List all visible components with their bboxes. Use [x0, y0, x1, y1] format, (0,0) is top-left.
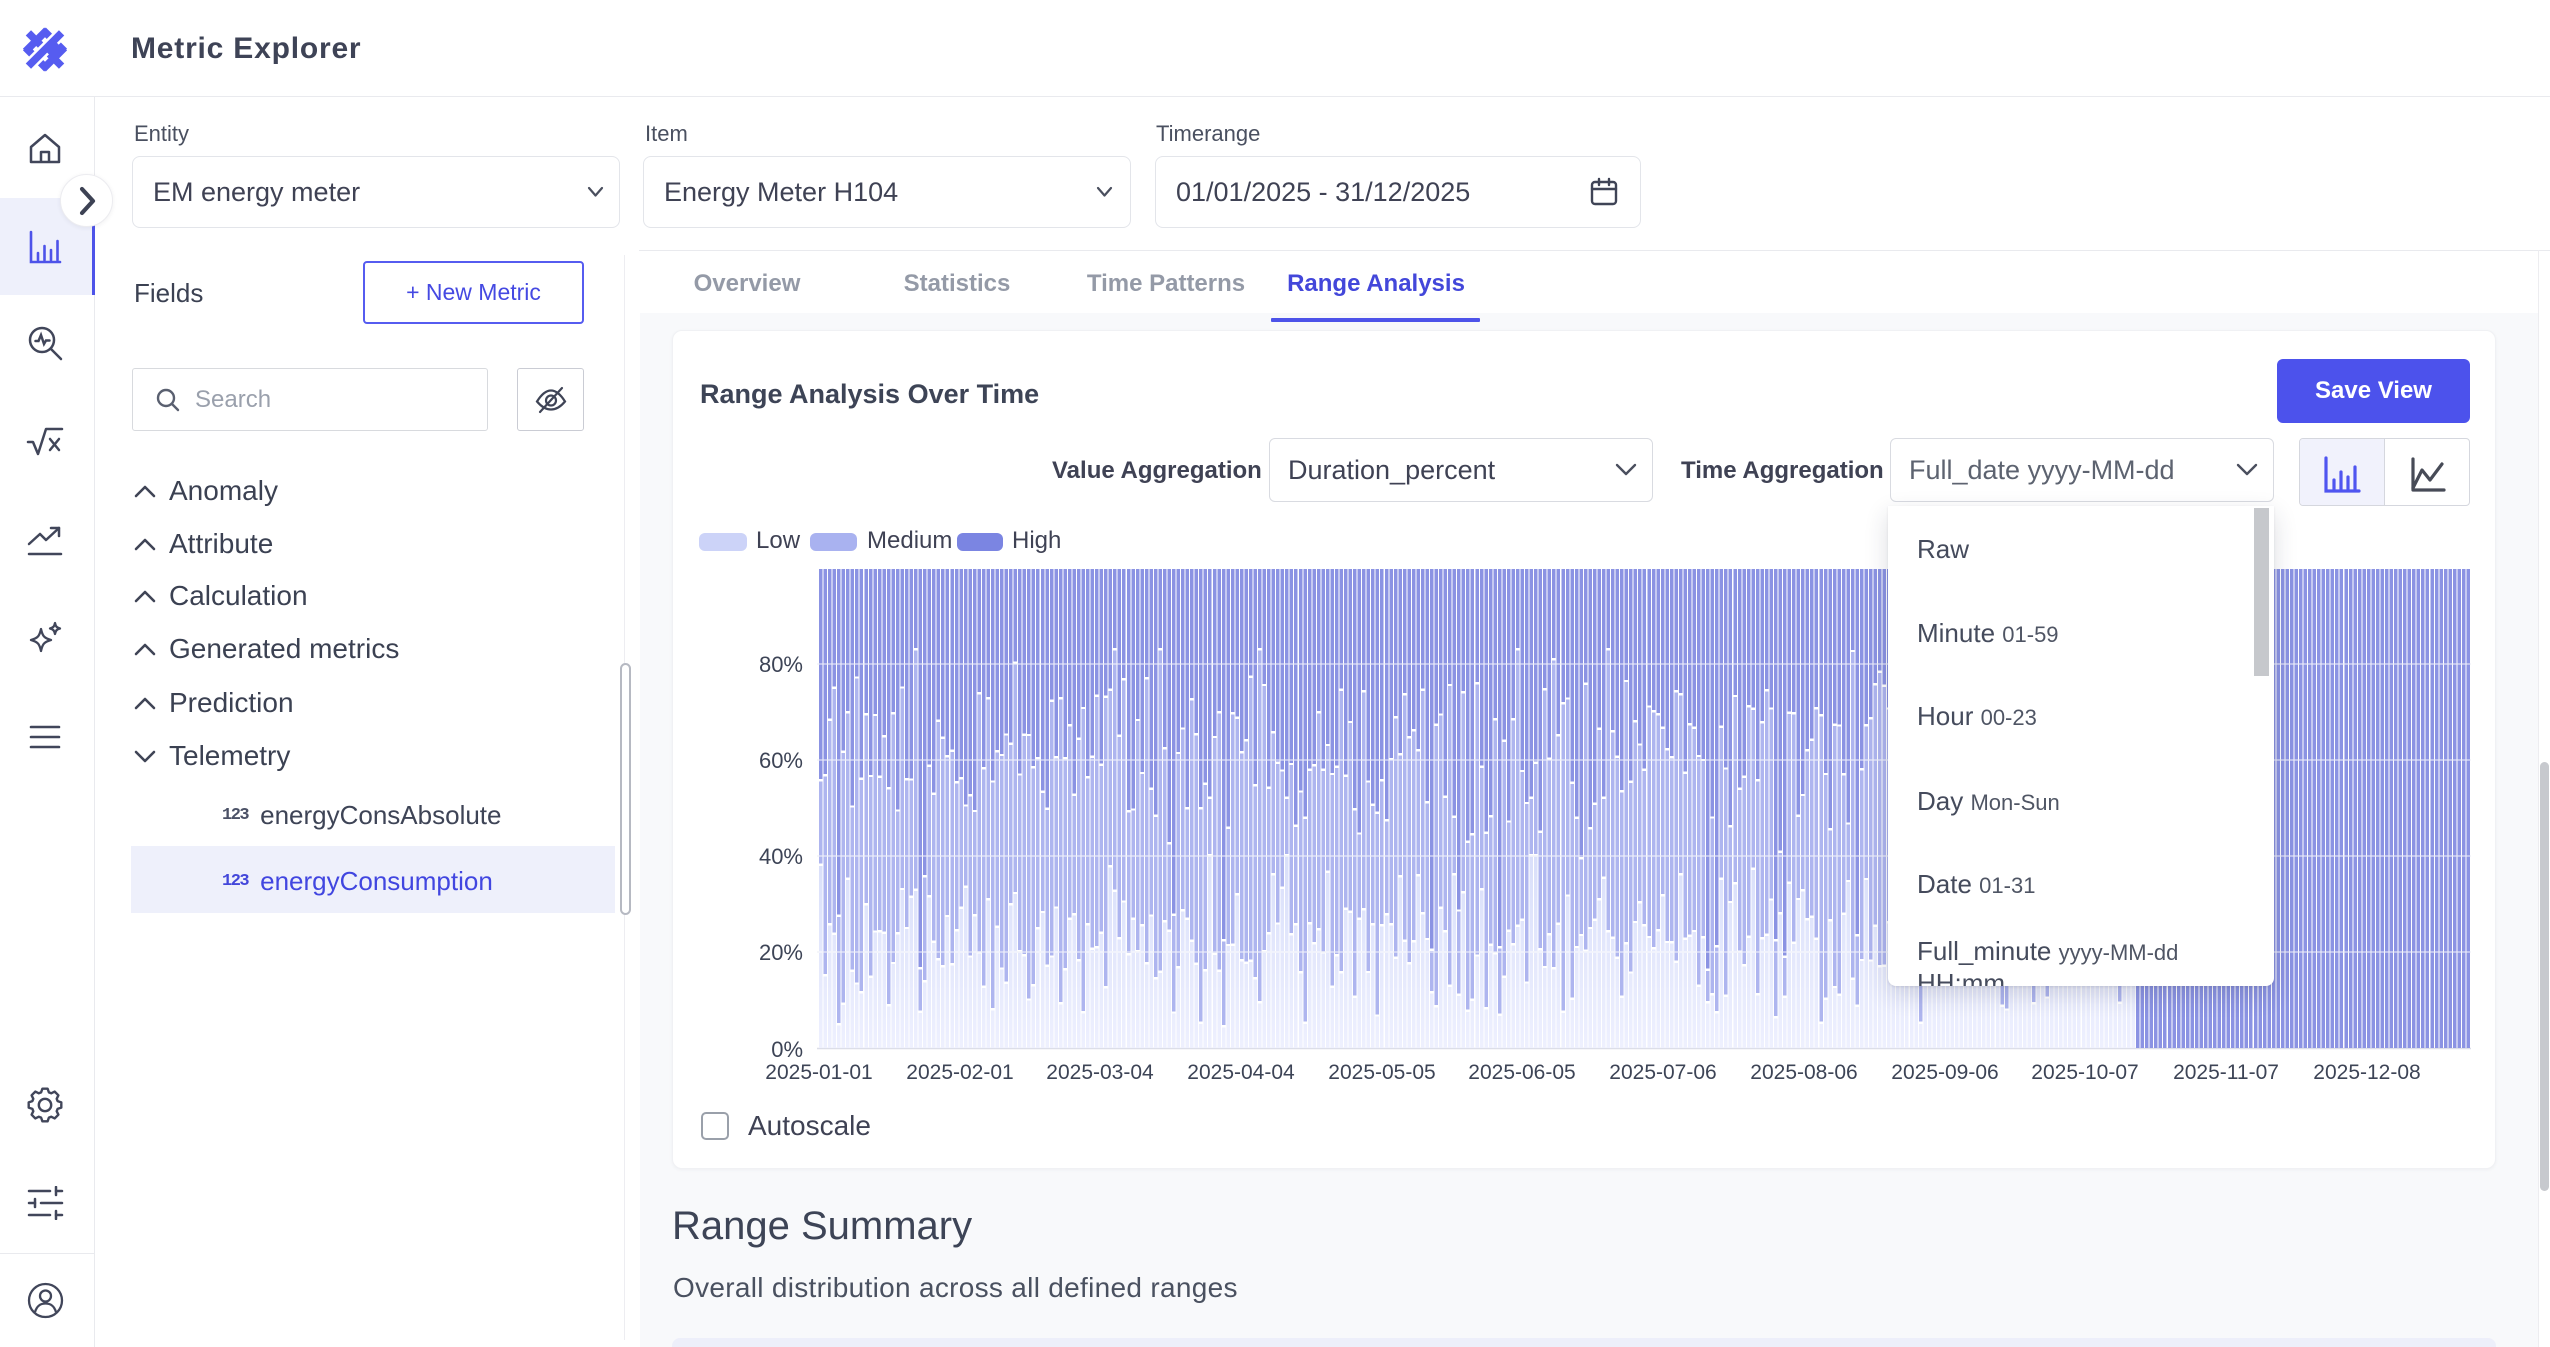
svg-text:2025-07-06: 2025-07-06	[1609, 1061, 1716, 1084]
svg-text:2025-03-04: 2025-03-04	[1046, 1061, 1154, 1084]
svg-text:2025-09-06: 2025-09-06	[1891, 1061, 1998, 1084]
svg-text:2025-12-08: 2025-12-08	[2313, 1061, 2420, 1084]
svg-text:40%: 40%	[759, 844, 803, 869]
svg-text:60%: 60%	[759, 748, 803, 773]
svg-text:2025-01-01: 2025-01-01	[765, 1061, 872, 1084]
svg-text:0%: 0%	[771, 1037, 803, 1062]
svg-text:2025-02-01: 2025-02-01	[906, 1061, 1013, 1084]
svg-text:2025-08-06: 2025-08-06	[1750, 1061, 1857, 1084]
svg-text:2025-04-04: 2025-04-04	[1187, 1061, 1295, 1084]
svg-text:2025-05-05: 2025-05-05	[1328, 1061, 1435, 1084]
svg-text:80%: 80%	[759, 652, 803, 677]
svg-text:2025-06-05: 2025-06-05	[1468, 1061, 1575, 1084]
svg-text:2025-11-07: 2025-11-07	[2173, 1061, 2279, 1084]
svg-text:2025-10-07: 2025-10-07	[2031, 1061, 2138, 1084]
svg-text:20%: 20%	[759, 940, 803, 965]
